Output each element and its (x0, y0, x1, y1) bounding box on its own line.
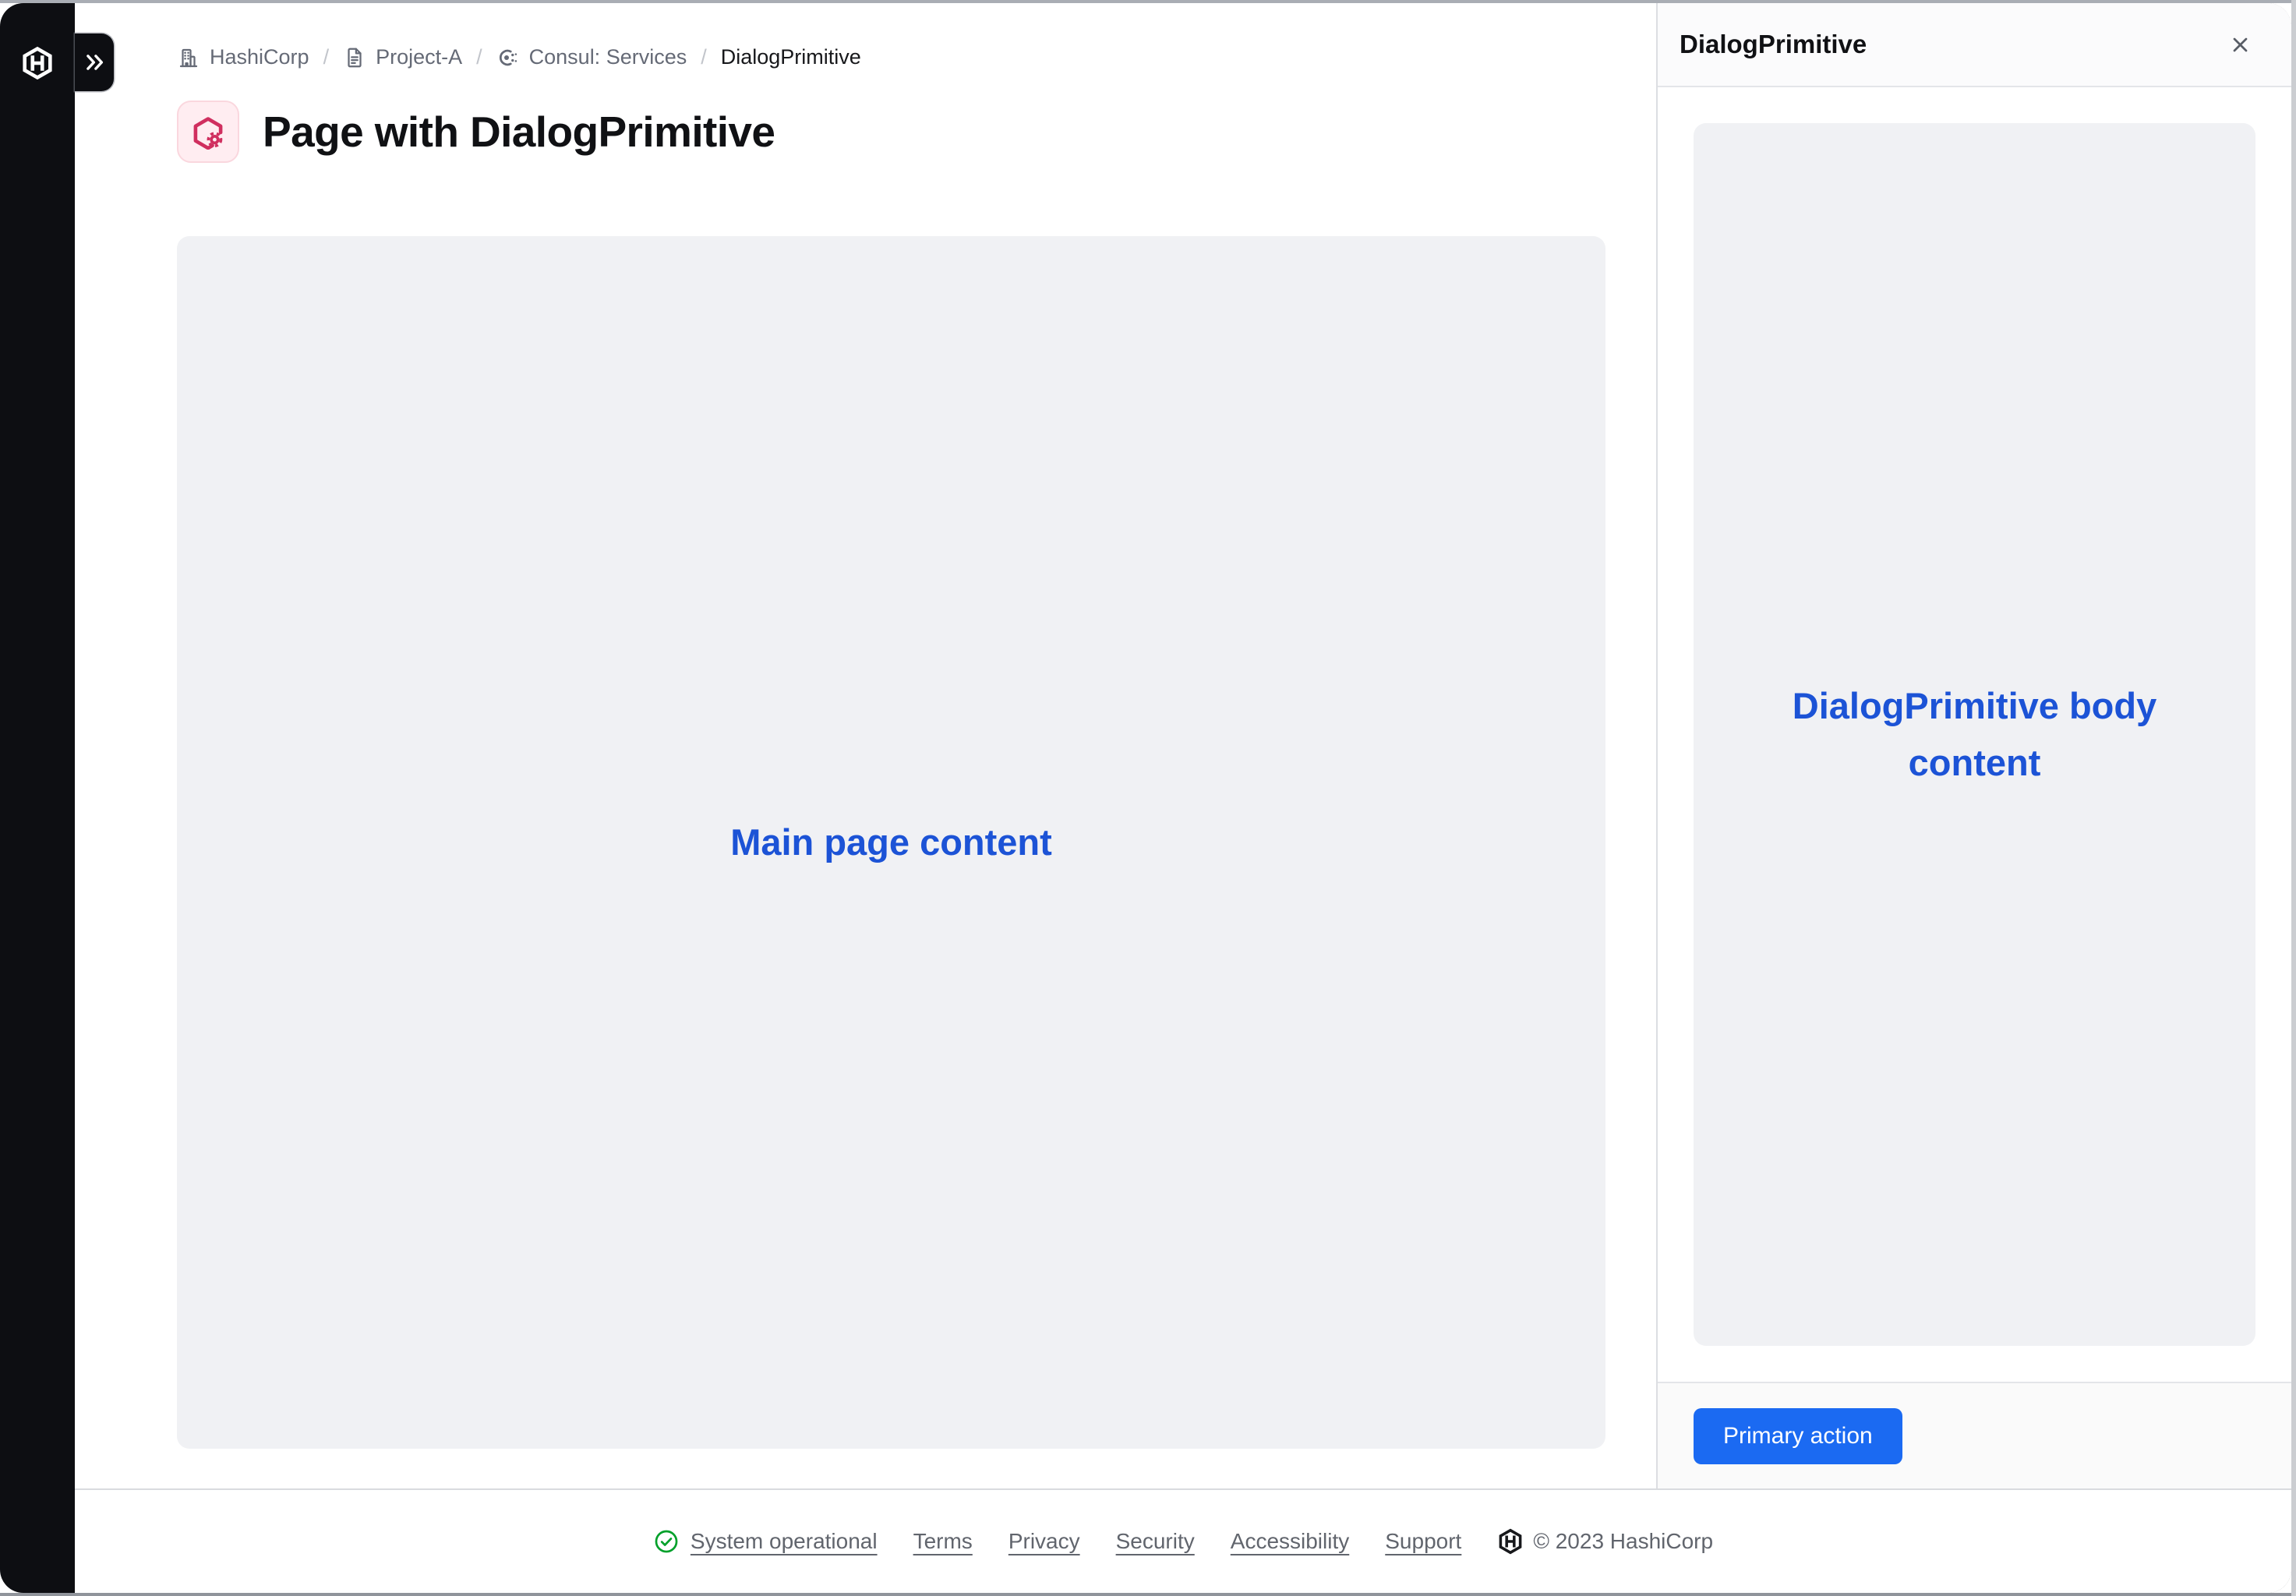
footer-copyright: © 2023 HashiCorp (1497, 1528, 1713, 1555)
footer-link-terms[interactable]: Terms (913, 1529, 973, 1554)
app-surface: HashiCorp / Project-A / (75, 3, 2291, 1593)
breadcrumb-item-dialogprimitive: DialogPrimitive (721, 45, 861, 69)
window-right-edge (2291, 0, 2296, 1596)
consul-icon (496, 46, 520, 69)
breadcrumb-separator: / (474, 45, 485, 69)
breadcrumb-separator: / (321, 45, 332, 69)
file-text-icon (343, 46, 366, 69)
double-chevron-right-icon (83, 51, 106, 74)
dialog-body: DialogPrimitive body content (1658, 87, 2291, 1382)
hashicorp-logo-icon (1497, 1528, 1524, 1555)
dialog-primitive-panel: DialogPrimitive DialogPrimitive body con… (1656, 3, 2291, 1488)
footer-link-security[interactable]: Security (1116, 1529, 1195, 1554)
app-sidebar (0, 3, 75, 1593)
breadcrumb-item-consul-services[interactable]: Consul: Services (496, 45, 687, 69)
org-building-icon (177, 46, 200, 69)
consul-gear-icon (177, 101, 239, 163)
dialog-placeholder-box: DialogPrimitive body content (1694, 123, 2255, 1346)
system-status-link[interactable]: System operational (653, 1528, 878, 1555)
breadcrumb-label: DialogPrimitive (721, 45, 861, 69)
breadcrumb: HashiCorp / Project-A / (177, 45, 1605, 69)
main-placeholder-text: Main page content (730, 814, 1052, 871)
window-bottom-edge (0, 1593, 2296, 1596)
dialog-placeholder-text: DialogPrimitive body content (1780, 678, 2170, 792)
footer-link-accessibility[interactable]: Accessibility (1231, 1529, 1349, 1554)
dialog-close-button[interactable] (2223, 27, 2257, 62)
breadcrumb-label: Consul: Services (529, 45, 687, 69)
close-icon (2228, 33, 2252, 57)
app-frame: HashiCorp / Project-A / (0, 3, 2291, 1593)
app-footer: System operational Terms Privacy Securit… (75, 1488, 2291, 1593)
footer-link-privacy[interactable]: Privacy (1008, 1529, 1080, 1554)
breadcrumb-label: Project-A (376, 45, 462, 69)
breadcrumb-item-project-a[interactable]: Project-A (343, 45, 462, 69)
breadcrumb-label: HashiCorp (210, 45, 309, 69)
sidebar-expand-button[interactable] (75, 34, 114, 91)
main-content: HashiCorp / Project-A / (75, 3, 1656, 1488)
main-placeholder-box: Main page content (177, 236, 1605, 1449)
dialog-title: DialogPrimitive (1680, 30, 2223, 59)
system-status-label: System operational (691, 1529, 878, 1554)
page-title: Page with DialogPrimitive (263, 107, 775, 157)
footer-link-support[interactable]: Support (1385, 1529, 1461, 1554)
check-circle-icon (653, 1528, 680, 1555)
hashicorp-logo-icon[interactable] (20, 46, 55, 80)
breadcrumb-separator: / (698, 45, 709, 69)
page-header: Page with DialogPrimitive (177, 101, 1605, 163)
breadcrumb-item-hashicorp[interactable]: HashiCorp (177, 45, 309, 69)
copyright-text: © 2023 HashiCorp (1533, 1529, 1713, 1554)
primary-action-button[interactable]: Primary action (1694, 1408, 1902, 1464)
dialog-header: DialogPrimitive (1658, 3, 2291, 87)
dialog-footer: Primary action (1658, 1382, 2291, 1488)
